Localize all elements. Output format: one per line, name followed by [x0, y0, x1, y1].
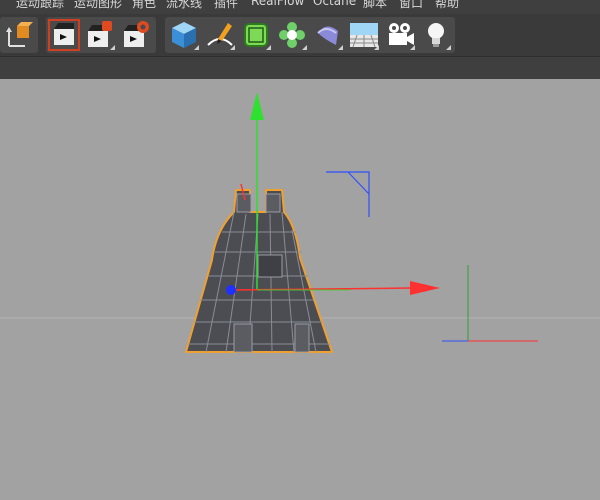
- cube-button[interactable]: [168, 19, 200, 51]
- more-arrow-icon: [194, 45, 199, 50]
- menu-item-realflow[interactable]: RealFlow: [251, 0, 304, 8]
- menu-item-pipeline[interactable]: 流水线: [166, 0, 202, 11]
- render-view-icon: [48, 19, 80, 51]
- menu-item-mograph[interactable]: 运动图形: [74, 0, 122, 11]
- menu-item-motion-tracking[interactable]: 运动跟踪: [16, 0, 64, 11]
- render-settings-icon: [124, 21, 149, 47]
- floor-button[interactable]: [348, 19, 380, 51]
- render-view-button[interactable]: [48, 19, 80, 51]
- menu-item-script[interactable]: 脚本: [363, 0, 387, 11]
- subdivision-surface-button[interactable]: [240, 19, 272, 51]
- pen-button[interactable]: [204, 19, 236, 51]
- perspective-viewport[interactable]: [0, 80, 600, 500]
- menu-item-window[interactable]: 窗口: [399, 0, 423, 11]
- menu-item-octane[interactable]: Octane: [313, 0, 356, 8]
- more-arrow-icon: [446, 45, 451, 50]
- more-arrow-icon: [302, 45, 307, 50]
- more-arrow-icon: [338, 45, 343, 50]
- selected-object[interactable]: [185, 189, 333, 353]
- coordinate-system-button[interactable]: [2, 19, 34, 51]
- more-arrow-icon: [230, 45, 235, 50]
- more-arrow-icon: [374, 45, 379, 50]
- world-axis-indicator: [442, 265, 538, 342]
- camera-button[interactable]: [384, 19, 416, 51]
- menu-item-help[interactable]: 帮助: [435, 0, 459, 11]
- camera-frame-marker: [326, 171, 370, 217]
- cloner-button[interactable]: [276, 19, 308, 51]
- render-settings-button[interactable]: [120, 19, 152, 51]
- menu-item-plugins[interactable]: 插件: [214, 0, 238, 11]
- coordinate-system-icon: [6, 22, 33, 47]
- main-toolbar: [0, 14, 600, 57]
- z-axis-handle[interactable]: [226, 285, 236, 295]
- render-picture-viewer-button[interactable]: [84, 19, 116, 51]
- more-arrow-icon: [110, 45, 115, 50]
- menu-item-character[interactable]: 角色: [132, 0, 156, 11]
- deformer-button[interactable]: [312, 19, 344, 51]
- viewport-header-bar: [0, 57, 600, 79]
- viewport-canvas: [0, 92, 600, 353]
- light-button[interactable]: [420, 19, 452, 51]
- y-axis-arrow-icon[interactable]: [250, 92, 264, 120]
- menu-bar: 运动跟踪 运动图形 角色 流水线 插件 RealFlow Octane 脚本 窗…: [0, 0, 600, 14]
- more-arrow-icon: [266, 45, 271, 50]
- x-axis-arrow-icon[interactable]: [410, 281, 440, 295]
- more-arrow-icon: [410, 45, 415, 50]
